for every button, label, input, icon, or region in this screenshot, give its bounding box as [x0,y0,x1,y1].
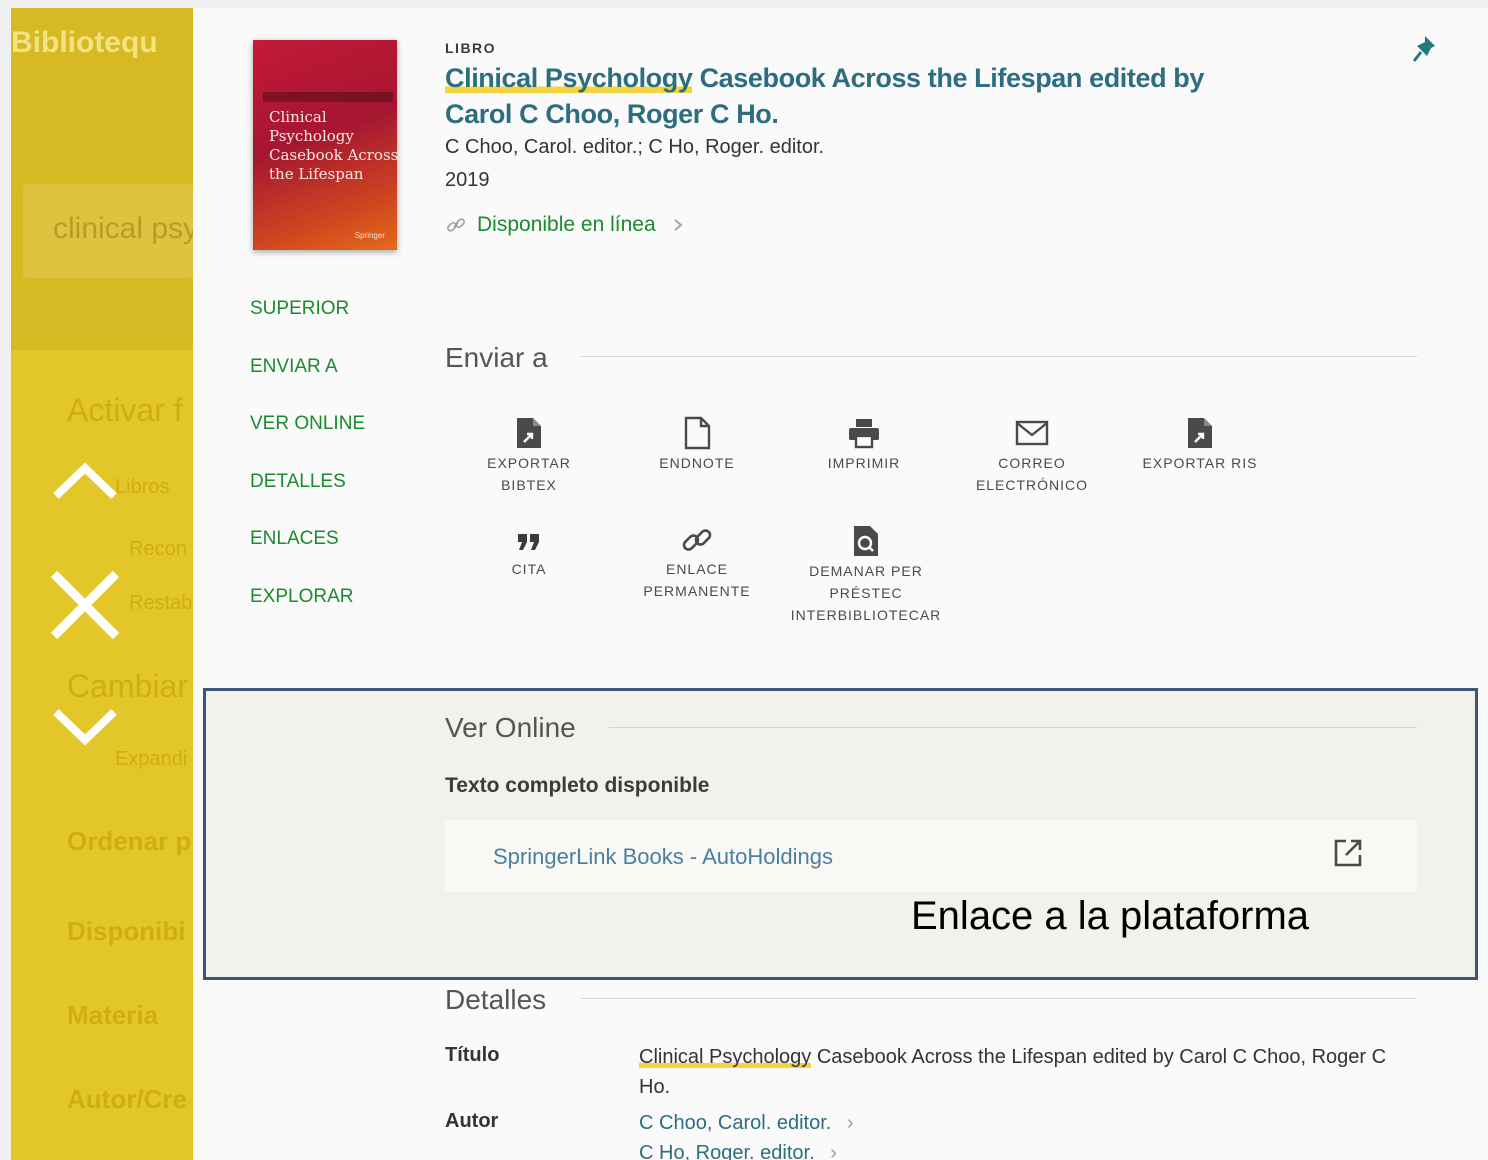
title-highlight: Clinical Psychology [445,63,693,93]
library-logo: Bibliotequ [11,26,158,59]
record-detail-panel: Clinical Psychology Casebook Across the … [193,8,1488,1160]
chevron-up-icon[interactable] [50,458,120,502]
record-type: LIBRO [445,40,497,56]
action-exportar-bibtex[interactable]: EXPORTAR BIBTEX [445,416,613,496]
file-export-icon [1188,418,1212,448]
expand-item: Expandi [115,748,188,770]
divider [580,356,1417,357]
chevron-down-icon[interactable] [50,706,120,750]
springerlink-link[interactable]: SpringerLink Books - AutoHoldings [493,844,833,870]
send-to-title: Enviar a [445,342,548,373]
link-icon [682,529,712,551]
action-correo[interactable]: CORREO ELECTRÓNICO [948,416,1116,496]
detail-author-2[interactable]: C Ho, Roger. editor. › [639,1138,1399,1160]
search-text: clinical psy [53,212,193,245]
availability-link[interactable]: Disponible en línea [445,213,686,237]
nav-enviar-a[interactable]: ENVIAR A [250,356,338,378]
cover-title: Clinical Psychology Casebook Across the … [269,108,399,183]
restab-item: Restab [129,592,193,614]
detail-author-label: Autor [445,1110,499,1132]
pin-icon[interactable] [1411,34,1439,64]
detail-title-value: Clinical Psychology Casebook Across the … [639,1046,1387,1098]
envelope-icon [1015,420,1049,446]
book-cover[interactable]: Clinical Psychology Casebook Across the … [253,40,399,250]
record-authors: C Choo, Carol. editor.; C Ho, Roger. edi… [445,136,825,158]
action-enlace-permanente[interactable]: ENLACE PERMANENTE [613,524,781,602]
file-icon [684,416,711,450]
annotation-label: Enlace a la plataforma [911,894,1310,938]
close-icon[interactable] [48,568,122,642]
materia-heading: Materia [67,1000,159,1030]
detail-author-1[interactable]: C Choo, Carol. editor. › [639,1108,1399,1138]
file-export-icon [517,418,541,448]
nav-explorar[interactable]: EXPLORAR [250,586,353,608]
link-icon [447,218,465,232]
detail-title-label: Título [445,1044,500,1066]
cambiar-heading: Cambiar [67,668,188,704]
divider [609,727,1417,728]
activar-filtros: Activar f [67,392,183,428]
record-year: 2019 [445,169,490,191]
action-cita[interactable]: CITA [445,524,613,580]
record-title[interactable]: Clinical Psychology Casebook Across the … [445,60,1205,132]
autor-heading: Autor/Cre [67,1084,187,1114]
action-endnote[interactable]: ENDNOTE [613,416,781,474]
action-prestec[interactable]: DEMANAR PER PRÉSTEC INTERBIBLIOTECAR [771,524,961,626]
fulltext-link-row[interactable]: SpringerLink Books - AutoHoldings [445,820,1417,892]
libros-chip: Libros [115,476,170,498]
cover-publisher: Springer [354,231,385,240]
ordenar-heading: Ordenar p [67,826,192,856]
nav-ver-online[interactable]: VER ONLINE [250,413,365,435]
printer-icon [849,419,879,449]
details-title: Detalles [445,984,547,1015]
external-link-icon[interactable] [1331,836,1365,870]
nav-superior[interactable]: SUPERIOR [250,298,349,320]
quote-icon [518,534,539,550]
file-search-icon [854,526,878,556]
chevron-right-icon [674,219,683,231]
availability-text: Disponible en línea [477,213,656,236]
nav-detalles[interactable]: DETALLES [250,471,346,493]
action-imprimir[interactable]: IMPRIMIR [780,416,948,474]
recon-item: Recon [129,538,187,560]
nav-enlaces[interactable]: ENLACES [250,528,339,550]
fulltext-label: Texto completo disponible [445,774,710,797]
view-online-title: Ver Online [445,712,576,743]
divider [581,998,1417,999]
action-exportar-ris[interactable]: EXPORTAR RIS [1116,416,1284,474]
disponib-heading: Disponibi [67,916,186,946]
